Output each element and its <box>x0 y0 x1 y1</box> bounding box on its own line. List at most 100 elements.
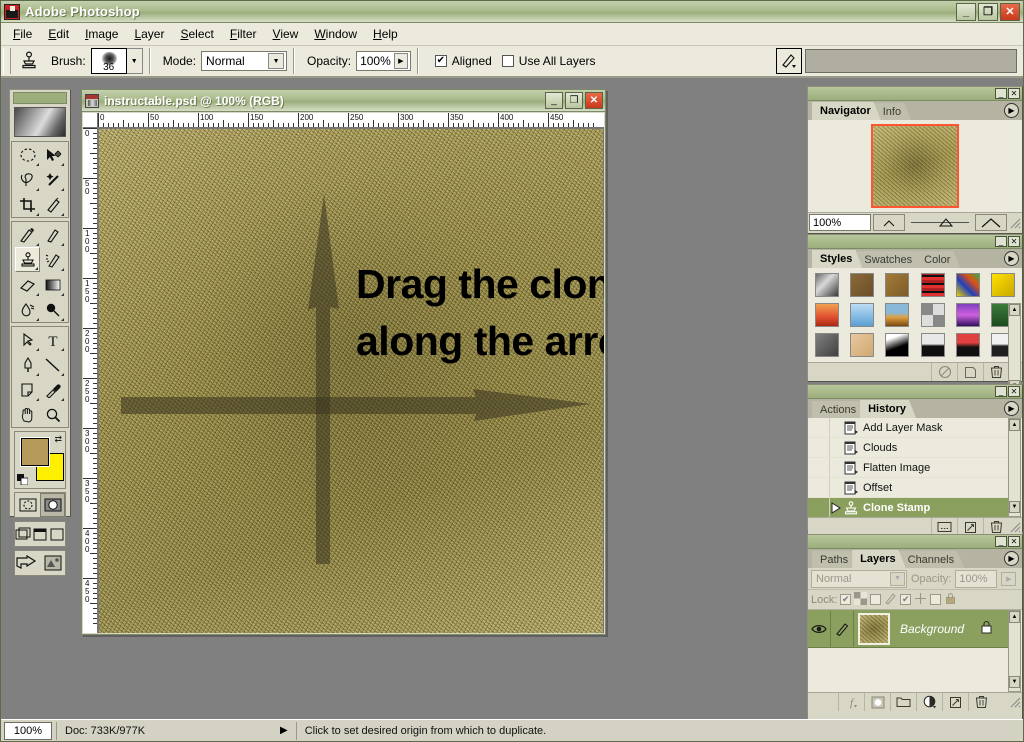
styles-close-button[interactable]: ✕ <box>1008 236 1020 247</box>
style-swatch[interactable] <box>844 300 879 330</box>
layer-edit-indicator[interactable] <box>831 610 854 647</box>
scroll-up-icon[interactable]: ▲ <box>1009 419 1020 431</box>
history-resize-grip[interactable] <box>1009 521 1021 533</box>
style-swatch[interactable] <box>880 300 915 330</box>
menu-layer[interactable]: Layer <box>126 24 172 44</box>
options-bar-grip[interactable] <box>3 48 11 74</box>
standard-mode-button[interactable] <box>15 493 40 517</box>
tab-info[interactable]: Info <box>875 103 911 120</box>
maximize-button[interactable]: ❐ <box>978 2 998 21</box>
imageready-icon[interactable] <box>41 551 65 575</box>
style-swatch[interactable] <box>915 270 950 300</box>
delete-layer-button[interactable] <box>968 693 994 711</box>
full-screen-mode-button[interactable] <box>48 522 65 546</box>
tab-navigator[interactable]: Navigator <box>812 102 881 120</box>
history-brush-tool[interactable] <box>40 247 65 272</box>
layer-name[interactable]: Background <box>900 622 964 636</box>
lasso-tool[interactable] <box>15 167 40 192</box>
brush-preview[interactable]: 36 <box>90 48 127 74</box>
history-snapshot-checkbox[interactable] <box>808 498 830 517</box>
navigator-thumbnail[interactable] <box>871 124 959 208</box>
clone-stamp-tool[interactable] <box>15 247 40 272</box>
layer-style-button[interactable]: f <box>838 693 864 711</box>
layer-opacity-slider-arrow-icon[interactable]: ▶ <box>1001 571 1017 586</box>
quick-mask-mode-button[interactable] <box>40 493 65 517</box>
full-screen-with-menubar-button[interactable] <box>32 522 49 546</box>
menu-help[interactable]: Help <box>365 24 406 44</box>
brush-tool[interactable] <box>40 222 65 247</box>
style-swatch[interactable] <box>809 270 844 300</box>
menu-filter[interactable]: Filter <box>222 24 265 44</box>
new-layer-button[interactable] <box>942 693 968 711</box>
style-swatch[interactable] <box>844 270 879 300</box>
history-close-button[interactable]: ✕ <box>1008 386 1020 397</box>
dodge-tool[interactable] <box>40 297 65 322</box>
scroll-track[interactable] <box>1009 431 1020 501</box>
move-tool[interactable] <box>40 142 65 167</box>
menu-file[interactable]: File <box>5 24 40 44</box>
lock-all-checkbox[interactable] <box>930 594 942 605</box>
styles-minimize-button[interactable]: _ <box>995 236 1007 247</box>
path-selection-tool[interactable] <box>15 327 40 352</box>
layers-scrollbar[interactable]: ▲ ▼ <box>1008 610 1021 692</box>
zoom-tool[interactable] <box>40 402 65 427</box>
aligned-checkbox[interactable]: ✔ <box>434 55 447 67</box>
tab-color[interactable]: Color <box>916 251 960 268</box>
vertical-ruler[interactable]: 0 50 100 150 200 250 300 350 400 450 <box>83 128 98 633</box>
doc-close-button[interactable]: ✕ <box>585 92 603 109</box>
layer-row-background[interactable]: Background <box>808 610 1009 648</box>
style-swatch[interactable] <box>915 300 950 330</box>
styles-panel-menu-icon[interactable]: ▶ <box>1004 251 1019 266</box>
style-swatch[interactable] <box>915 330 950 360</box>
type-tool[interactable]: T <box>40 327 65 352</box>
navigator-title-bar[interactable]: _ ✕ <box>808 87 1022 101</box>
history-snapshot-checkbox[interactable] <box>808 458 830 477</box>
scroll-down-icon[interactable]: ▼ <box>1009 501 1020 513</box>
horizontal-ruler[interactable]: 0 50 100 150 200 250 300 350 400 450 <box>98 113 604 128</box>
tab-styles[interactable]: Styles <box>812 250 862 268</box>
eraser-tool[interactable] <box>15 272 40 297</box>
layer-opacity-input[interactable]: 100% <box>955 569 998 588</box>
history-minimize-button[interactable]: _ <box>995 386 1007 397</box>
style-swatch[interactable] <box>809 330 844 360</box>
tab-layers[interactable]: Layers <box>852 550 905 568</box>
style-swatch[interactable] <box>950 270 985 300</box>
swap-colors-icon[interactable]: ⇄ <box>54 434 62 445</box>
close-button[interactable]: ✕ <box>1000 2 1020 21</box>
styles-title-bar[interactable]: _ ✕ <box>808 235 1022 249</box>
marquee-tool[interactable] <box>15 142 40 167</box>
style-swatch[interactable] <box>844 330 879 360</box>
play-triangle-icon[interactable]: ▶ <box>280 725 288 736</box>
aligned-checkbox-group[interactable]: ✔ Aligned <box>434 54 492 68</box>
add-layer-mask-button[interactable] <box>864 693 890 711</box>
adjustment-layer-button[interactable] <box>916 693 942 711</box>
crop-tool[interactable] <box>15 192 40 217</box>
jump-to-imageready-button[interactable] <box>15 551 41 575</box>
history-item[interactable]: Add Layer Mask <box>808 418 1009 438</box>
layers-close-button[interactable]: ✕ <box>1008 536 1020 547</box>
hand-tool[interactable] <box>15 402 40 427</box>
eyedropper-tool[interactable] <box>40 377 65 402</box>
tab-swatches[interactable]: Swatches <box>856 251 922 268</box>
use-all-layers-checkbox-group[interactable]: Use All Layers <box>501 54 596 68</box>
menu-image[interactable]: Image <box>77 24 126 44</box>
layers-resize-grip[interactable] <box>1009 696 1021 708</box>
delete-style-button[interactable] <box>983 363 1009 381</box>
navigator-preview-area[interactable] <box>808 120 1022 212</box>
line-tool[interactable] <box>40 352 65 377</box>
doc-maximize-button[interactable]: ❐ <box>565 92 583 109</box>
history-panel-menu-icon[interactable]: ▶ <box>1004 401 1019 416</box>
opacity-input[interactable]: 100% ▶ <box>356 51 411 71</box>
navigator-zoom-slider[interactable] <box>907 214 973 231</box>
history-item[interactable]: Flatten Image <box>808 458 1009 478</box>
new-group-button[interactable] <box>890 693 916 711</box>
layers-title-bar[interactable]: _ ✕ <box>808 535 1022 549</box>
standard-screen-mode-button[interactable] <box>15 522 32 546</box>
foreground-color-swatch[interactable] <box>20 437 50 467</box>
tab-paths[interactable]: Paths <box>812 551 858 568</box>
navigator-resize-grip[interactable] <box>1009 217 1021 229</box>
image-canvas[interactable] <box>98 128 604 633</box>
opacity-slider-arrow-icon[interactable]: ▶ <box>393 53 408 69</box>
minimize-button[interactable]: _ <box>956 2 976 21</box>
style-swatch[interactable] <box>950 300 985 330</box>
